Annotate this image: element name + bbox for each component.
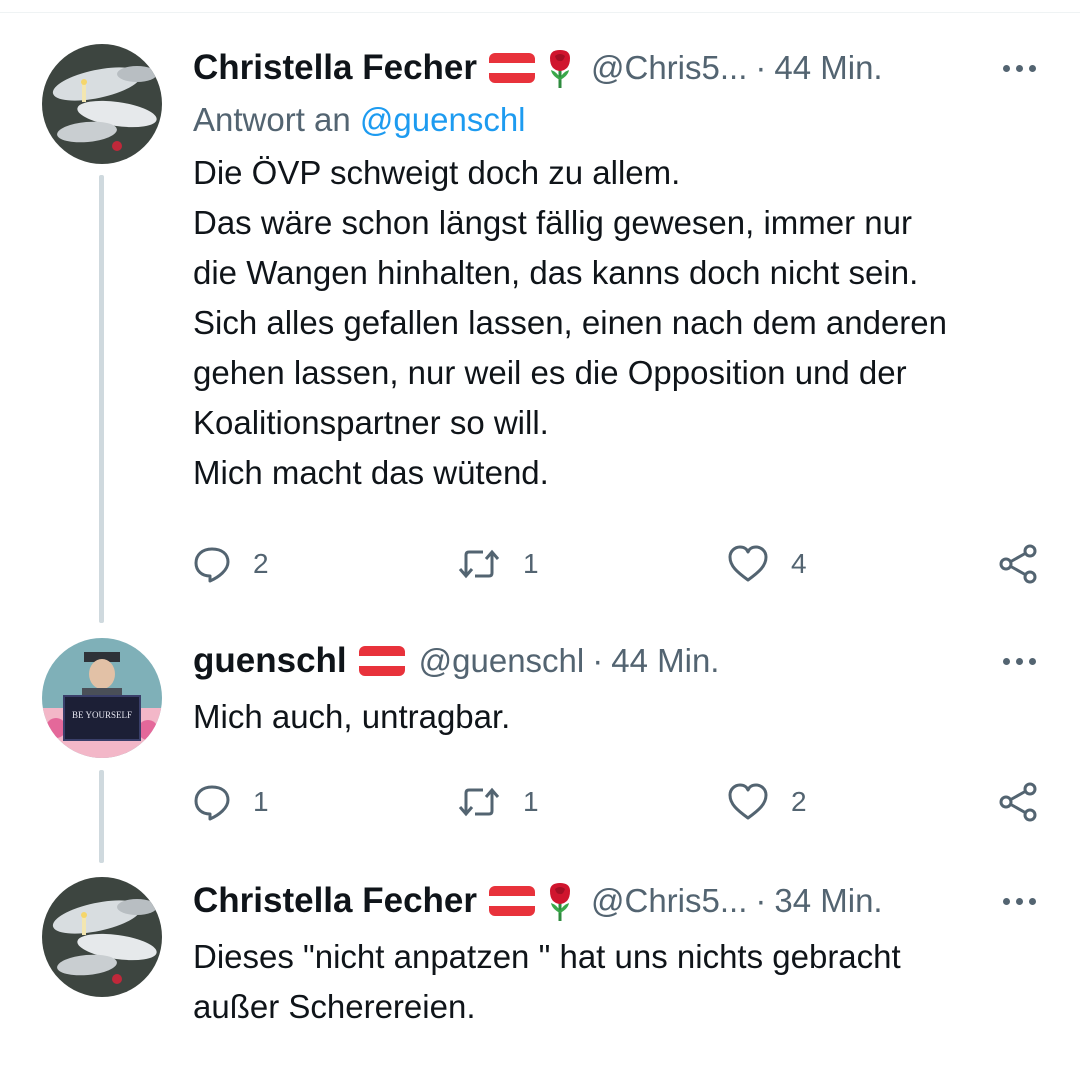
reply-prefix: Antwort an (193, 101, 351, 138)
more-dots-icon[interactable] (995, 876, 1043, 926)
tweet-text: Mich auch, untragbar. (193, 698, 511, 735)
tweet-text: Die ÖVP schweigt doch zu allem. Das wäre… (193, 154, 948, 491)
avatar-caption: BE YOURSELF (72, 710, 132, 720)
more-dots-icon[interactable] (995, 636, 1043, 686)
heart-icon (727, 545, 769, 583)
retweet-count: 1 (523, 548, 539, 579)
retweet-button[interactable]: 1 (457, 777, 539, 827)
reply-mention-link[interactable]: @guenschl (360, 101, 526, 138)
author-name[interactable]: guenschl (193, 641, 347, 681)
share-button[interactable] (998, 777, 1038, 827)
austria-flag-icon (358, 646, 405, 676)
timestamp[interactable]: 44 Min. (774, 49, 882, 87)
profile-photo: BE YOURSELF (42, 638, 162, 758)
speech-bubble-icon (193, 783, 231, 821)
reply-count: 2 (253, 548, 269, 579)
red-rose-icon (543, 48, 577, 88)
avatar[interactable] (42, 877, 162, 997)
tweet-header: guenschl @guenschl · 44 Min. (193, 636, 1043, 686)
reply-context: Antwort an @guenschl (193, 98, 1043, 142)
retweet-button[interactable]: 1 (457, 539, 539, 589)
top-divider (0, 12, 1080, 13)
author-handle[interactable]: @guenschl (419, 642, 585, 680)
more-dots-icon[interactable] (995, 43, 1043, 93)
austria-flag-icon (489, 53, 535, 83)
avatar[interactable] (42, 44, 162, 164)
share-nodes-icon (998, 782, 1038, 822)
share-button[interactable] (998, 539, 1038, 589)
speech-bubble-icon (193, 545, 231, 583)
retweet-count: 1 (523, 786, 539, 817)
separator-dot: · (755, 49, 767, 86)
timestamp[interactable]: 44 Min. (611, 642, 719, 680)
author-handle[interactable]: @Chris5... (591, 49, 747, 87)
reply-count: 1 (253, 786, 269, 817)
separator-dot: · (592, 642, 604, 679)
reply-button[interactable]: 2 (193, 539, 269, 589)
author-name[interactable]: Christella Fecher (193, 881, 477, 921)
thread-line (99, 770, 104, 863)
timestamp[interactable]: 34 Min. (774, 882, 882, 920)
tweet-header: Christella Fecher @Chris5... · 44 Min. (193, 43, 1043, 93)
like-button[interactable]: 4 (727, 539, 807, 589)
red-rose-icon (543, 881, 577, 921)
like-count: 2 (791, 786, 807, 817)
tweet-text: Dieses "nicht anpatzen " hat uns nichts … (193, 938, 901, 1025)
tweet-actions: 1 1 2 (193, 777, 1043, 827)
thread-line (99, 175, 104, 623)
share-nodes-icon (998, 544, 1038, 584)
retweet-arrows-icon (457, 545, 501, 583)
retweet-arrows-icon (457, 783, 501, 821)
snowy-tree-photo (42, 877, 162, 997)
author-handle[interactable]: @Chris5... (591, 882, 747, 920)
separator-dot: · (755, 882, 767, 919)
heart-icon (727, 783, 769, 821)
like-button[interactable]: 2 (727, 777, 807, 827)
avatar[interactable]: BE YOURSELF (42, 638, 162, 758)
author-name[interactable]: Christella Fecher (193, 48, 477, 88)
tweet-header: Christella Fecher @Chris5... · 34 Min. (193, 876, 1043, 926)
austria-flag-icon (489, 886, 535, 916)
tweet-actions: 2 1 4 (193, 539, 1043, 589)
reply-button[interactable]: 1 (193, 777, 269, 827)
like-count: 4 (791, 548, 807, 579)
snowy-tree-photo (42, 44, 162, 164)
